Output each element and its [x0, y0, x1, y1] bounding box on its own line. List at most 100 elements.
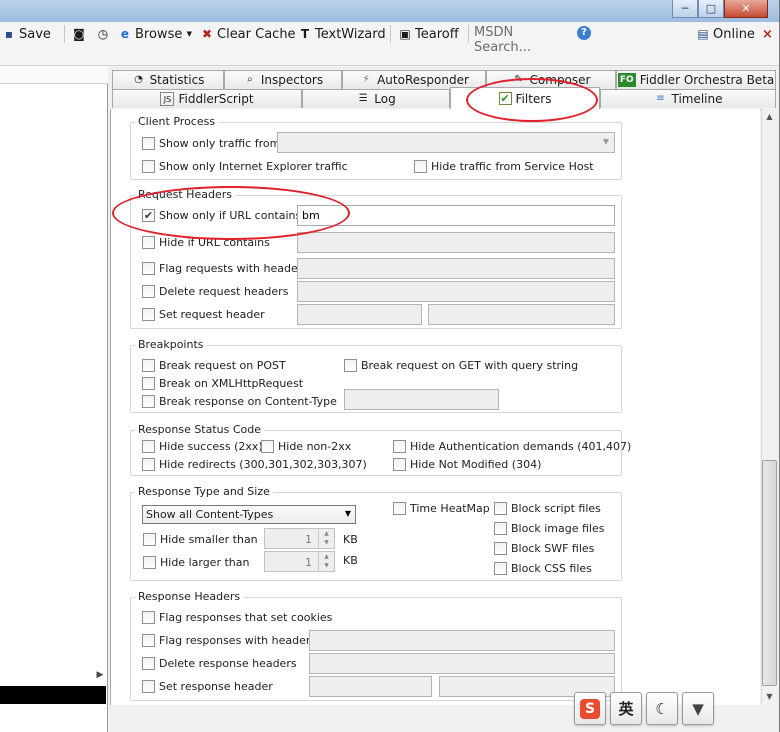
checkbox-block-css[interactable] [494, 562, 507, 575]
chevron-down-icon: ▼ [602, 137, 610, 146]
close-pane-button[interactable]: × [762, 25, 773, 43]
group-title: Response Headers [135, 590, 244, 603]
stopwatch-icon: ◔ [134, 74, 143, 85]
browse-button[interactable]: e Browse ▼ [118, 25, 193, 43]
label: Hide larger than [160, 556, 250, 569]
checkbox-hide-auth[interactable] [393, 440, 406, 453]
skin-button[interactable]: ▼ [682, 692, 714, 725]
process-select[interactable]: ▼ [277, 132, 615, 153]
content-type-input[interactable] [344, 389, 499, 410]
checkbox-set-request[interactable] [142, 308, 155, 321]
checkbox-show-only-url[interactable]: ✔ [142, 209, 155, 222]
checkbox-break-post[interactable] [142, 359, 155, 372]
label: Break response on Content-Type [159, 395, 337, 408]
checkbox-break-xhr[interactable] [142, 377, 155, 390]
save-button[interactable]: ▪ Save [2, 25, 51, 43]
checkbox-delete-request[interactable] [142, 285, 155, 298]
label: Hide if URL contains [159, 236, 270, 249]
scroll-up-icon[interactable]: ▲ [762, 110, 777, 124]
checkbox-show-only-ie[interactable] [142, 160, 155, 173]
flag-requests-input[interactable] [297, 258, 615, 279]
language-toggle-button[interactable]: 英 [610, 692, 642, 725]
label: Hide success (2xx) [159, 440, 263, 453]
window-controls: ─ □ ✕ [672, 0, 768, 19]
tab-statistics[interactable]: ◔ Statistics [112, 70, 224, 89]
close-window-button[interactable]: ✕ [724, 0, 768, 18]
checkbox-block-image[interactable] [494, 522, 507, 535]
checkbox-set-response[interactable] [142, 680, 155, 693]
checkbox-flag-response-headers[interactable] [142, 634, 155, 647]
stepper-down-icon[interactable]: ▼ [319, 561, 334, 570]
moon-button[interactable]: ☾ [646, 692, 678, 725]
quickexec-bar[interactable] [0, 686, 106, 704]
ime-toolbar: S 英 ☾ ▼ [574, 692, 714, 728]
checkbox-hide-smaller[interactable] [143, 533, 156, 546]
checkbox-time-heatmap[interactable] [393, 502, 406, 515]
label: Break request on POST [159, 359, 286, 372]
hide-smaller-stepper[interactable]: 1 ▲ ▼ [264, 528, 335, 549]
checkbox-break-content-type[interactable] [142, 395, 155, 408]
set-response-name-input[interactable] [309, 676, 432, 697]
tab-inspectors[interactable]: ⌕ Inspectors [224, 70, 342, 89]
sogou-button[interactable]: S [574, 692, 606, 725]
checkbox-hide-redirects[interactable] [142, 458, 155, 471]
scroll-down-icon[interactable]: ▼ [762, 690, 777, 704]
stepper-up-icon[interactable]: ▲ [319, 529, 334, 538]
tearoff-icon: ▣ [399, 27, 411, 41]
textwizard-button[interactable]: T TextWizard [298, 25, 386, 43]
unit-label: KB [343, 554, 358, 567]
checkbox-hide-larger[interactable] [143, 556, 156, 569]
scrollbar-thumb[interactable] [762, 460, 777, 686]
label: Break on XMLHttpRequest [159, 377, 304, 390]
flag-response-headers-input[interactable] [309, 630, 615, 651]
online-status[interactable]: ▤ Online [696, 25, 755, 43]
content-types-select[interactable]: Show all Content-Types ▼ [142, 505, 356, 524]
scroll-right-icon[interactable]: ▶ [94, 670, 106, 682]
checkbox-delete-response[interactable] [142, 657, 155, 670]
msdn-search-input[interactable]: MSDN Search... [474, 25, 570, 55]
set-request-value-input[interactable] [428, 304, 615, 325]
checkbox-hide-success[interactable] [142, 440, 155, 453]
camera-button[interactable]: ◙ [72, 25, 86, 43]
tab-filters[interactable]: ✔ Filters [450, 87, 600, 109]
hide-url-input[interactable] [297, 232, 615, 253]
delete-response-input[interactable] [309, 653, 615, 674]
tab-timeline[interactable]: ≡ Timeline [600, 89, 776, 108]
checkbox-break-get[interactable] [344, 359, 357, 372]
tab-label: FiddlerScript [178, 92, 254, 106]
stepper-up-icon[interactable]: ▲ [319, 552, 334, 561]
chevron-down-icon: ▼ [344, 509, 351, 518]
set-request-name-input[interactable] [297, 304, 422, 325]
label: Show only if URL contains [159, 209, 302, 222]
clear-cache-button[interactable]: ✖ Clear Cache [200, 25, 296, 43]
checkbox-hide-url[interactable] [142, 236, 155, 249]
tab-label: Composer [529, 73, 591, 87]
delete-request-input[interactable] [297, 281, 615, 302]
toolbar-separator [64, 25, 65, 43]
checkbox-block-script[interactable] [494, 502, 507, 515]
show-only-url-input[interactable]: bm [297, 205, 615, 226]
checkbox-flag-requests[interactable] [142, 262, 155, 275]
timer-button[interactable]: ◷ [96, 25, 110, 43]
tab-fiddlerscript[interactable]: JS FiddlerScript [112, 89, 302, 108]
checkbox-hide-non2xx[interactable] [261, 440, 274, 453]
session-list-pane[interactable] [0, 66, 108, 732]
help-icon[interactable]: ? [577, 26, 591, 40]
checkbox-block-swf[interactable] [494, 542, 507, 555]
checkbox-show-only-traffic-from[interactable] [142, 137, 155, 150]
maximize-button[interactable]: □ [698, 0, 724, 18]
label: Flag responses with headers [159, 634, 317, 647]
tearoff-button[interactable]: ▣ Tearoff [398, 25, 458, 43]
checkbox-hide-not-modified[interactable] [393, 458, 406, 471]
tab-label: Filters [515, 91, 552, 106]
stepper-down-icon[interactable]: ▼ [319, 538, 334, 547]
checkbox-flag-cookies[interactable] [142, 611, 155, 624]
tab-label: Timeline [671, 92, 723, 106]
textwizard-icon: T [300, 27, 310, 41]
select-value: Show all Content-Types [146, 508, 274, 521]
tab-fiddler-orchestra[interactable]: FO Fiddler Orchestra Beta [616, 70, 776, 89]
hide-larger-stepper[interactable]: 1 ▲ ▼ [264, 551, 335, 572]
checkbox-hide-service-host[interactable] [414, 160, 427, 173]
tab-log[interactable]: ☰ Log [302, 89, 450, 108]
minimize-button[interactable]: ─ [672, 0, 698, 18]
